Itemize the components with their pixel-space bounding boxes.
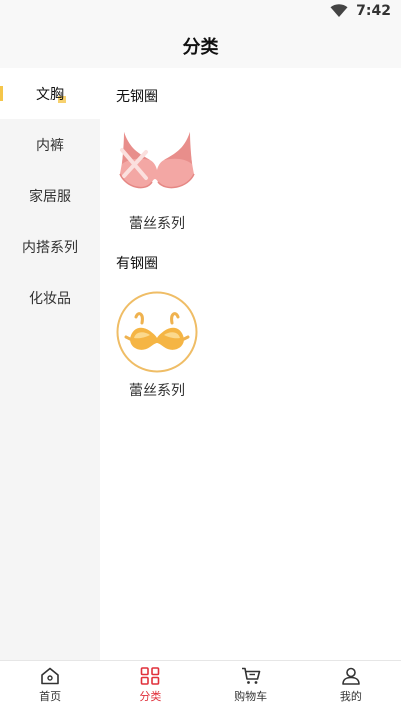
group-title-wireless: 无钢圈 [116,89,158,105]
tab-category[interactable]: 分类 [100,661,200,710]
sidebar-item-innerwear[interactable]: 内搭系列 [0,221,100,272]
sidebar-item-bra[interactable]: 文胸 [0,68,100,119]
tab-cart[interactable]: 购物车 [201,661,301,710]
home-icon [41,667,59,685]
sidebar-item-label: 文胸 [36,86,66,103]
tab-mine[interactable]: 我的 [301,661,401,710]
category-sidebar: 文胸 内裤 家居服 内搭系列 化妆品 [0,68,100,660]
header: 分类 [0,24,401,68]
sidebar-item-label: 化妆品 [29,290,71,307]
tab-label: 首页 [39,690,62,703]
tab-label: 购物车 [234,690,268,703]
sidebar-item-underwear[interactable]: 内裤 [0,119,100,170]
active-indicator [0,86,3,101]
tab-home[interactable]: 首页 [0,661,100,710]
cart-icon [241,667,260,684]
pink-bra-image [119,132,195,189]
status-bar: 7:42 [0,0,401,24]
product-label: 蕾丝系列 [129,216,185,232]
group-title-underwire: 有钢圈 [116,256,158,272]
sidebar-item-label: 家居服 [29,188,71,205]
sidebar-item-label: 内裤 [36,137,64,154]
product-card-lace-wireless[interactable]: 蕾丝系列 [116,124,198,233]
category-content: 无钢圈 蕾丝系列 有钢圈 蕾丝系列 [100,68,401,660]
product-card-lace-underwire[interactable]: 蕾丝系列 [116,291,198,400]
sidebar-item-homewear[interactable]: 家居服 [0,170,100,221]
wifi-icon [330,4,348,17]
tab-label: 分类 [139,690,162,703]
yellow-bra-image [116,291,198,373]
page-title: 分类 [182,37,219,58]
tab-label: 我的 [339,690,362,703]
status-time: 7:42 [356,3,391,19]
user-icon [342,667,360,685]
bottom-tab-bar: 首页 分类 购物车 我的 [0,660,401,710]
product-label: 蕾丝系列 [129,383,185,399]
grid-icon [141,667,160,685]
sidebar-item-label: 内搭系列 [22,239,78,256]
sidebar-item-cosmetics[interactable]: 化妆品 [0,272,100,323]
